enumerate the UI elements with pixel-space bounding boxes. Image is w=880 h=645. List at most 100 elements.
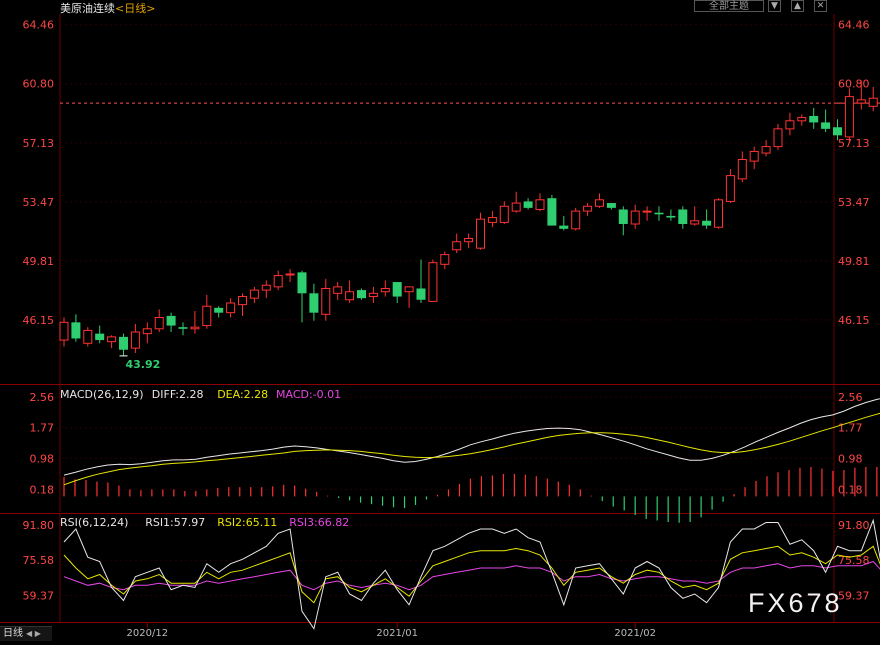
candle-body-up	[690, 220, 700, 225]
candle-body-up	[583, 205, 593, 212]
rsi-title: RSI(6,12,24)	[60, 516, 128, 529]
candle-body-up	[285, 273, 295, 276]
y-tick-label-left: 75.58	[23, 554, 55, 567]
candle-body-up	[773, 128, 783, 148]
candle-body-down	[119, 336, 128, 350]
candle-body-down	[702, 220, 712, 226]
candle-body-up	[142, 328, 152, 335]
candle-body-up	[737, 158, 747, 180]
macd-legend-macd: MACD:-0.01	[276, 388, 341, 401]
candle-body-up	[749, 150, 759, 162]
y-tick-label-left: 64.46	[23, 19, 55, 32]
candle-body-down	[166, 315, 176, 326]
candle-body-up	[368, 292, 378, 298]
period-tab[interactable]: 日线 ◀ ▶	[0, 626, 52, 641]
low-price-label: 43.92	[126, 358, 161, 371]
chart-stage: 64.46 64.46 60.80 60.80 57.13 57.13 53.47 53.47…	[0, 0, 880, 641]
candle-body-down	[392, 282, 402, 297]
candle-body-up	[476, 218, 485, 249]
y-tick-label-right: 2.56	[838, 391, 863, 404]
candle-body-down	[618, 209, 628, 224]
candle-body-up	[571, 210, 581, 230]
candle-body-down	[309, 293, 319, 313]
candle-body-up	[464, 238, 474, 243]
candle-body-up	[83, 329, 93, 344]
theme-selector-button[interactable]: 全部主题	[694, 0, 764, 12]
candle-body-up	[440, 254, 450, 265]
rsi-legend-rsi3: RSI3:66.82	[289, 516, 349, 529]
y-tick-label-right: 53.47	[838, 196, 870, 209]
rsi-legend-rsi1: RSI1:57.97	[145, 516, 205, 529]
macd-legend-dea: DEA:2.28	[217, 388, 268, 401]
period-label: <日线>	[115, 2, 156, 15]
y-tick-label-right: 64.46	[838, 19, 870, 32]
period-tab-label: 日线	[3, 628, 23, 639]
chart-canvas: 64.46 64.46 60.80 60.80 57.13 57.13 53.47 53.47…	[0, 0, 880, 641]
candle-body-down	[821, 122, 831, 129]
y-tick-label-left: 53.47	[23, 196, 55, 209]
candle-body-up	[226, 302, 236, 314]
candle-body-up	[797, 117, 807, 122]
candle-body-up	[714, 199, 723, 228]
y-tick-label-left: 57.13	[23, 137, 55, 150]
candle-body-down	[547, 198, 557, 226]
candle-body-up	[428, 262, 438, 302]
candle-body-up	[404, 286, 414, 293]
period-tab-arrows[interactable]: ◀ ▶	[26, 629, 41, 638]
candle-body-up	[59, 321, 69, 341]
candle-body-down	[654, 212, 664, 215]
candle-body-up	[452, 241, 462, 251]
candle-body-down	[357, 290, 366, 299]
candle-body-up	[535, 199, 545, 210]
y-tick-label-left: 91.80	[23, 519, 55, 532]
instrument-name: 美原油连续	[60, 2, 115, 15]
candle-body-up	[380, 287, 390, 293]
x-tick-label: 2021/02	[614, 628, 656, 639]
y-tick-label-right: 0.98	[838, 452, 863, 465]
candle-body-up	[273, 275, 283, 288]
y-tick-label-right: 1.77	[838, 422, 863, 435]
candle-body-up	[761, 146, 771, 154]
candle-body-up	[868, 97, 878, 107]
candle-body-up	[511, 202, 521, 212]
background	[0, 0, 880, 641]
candle-body-up	[487, 217, 497, 223]
candle-body-up	[630, 210, 640, 225]
candle-body-up	[321, 287, 331, 315]
candle-body-up	[202, 305, 212, 327]
candle-body-up	[190, 326, 200, 330]
candle-body-up	[785, 120, 795, 130]
y-tick-label-right: 91.80	[838, 519, 870, 532]
down-arrow-icon[interactable]: ▼	[768, 0, 781, 12]
candle-body-up	[333, 286, 343, 294]
candle-body-down	[809, 115, 819, 123]
x-tick-label: 2020/12	[127, 628, 169, 639]
candle-body-down	[297, 272, 307, 294]
candle-body-up	[238, 296, 247, 306]
y-tick-label-left: 0.18	[30, 483, 55, 496]
candle-body-up	[725, 175, 735, 202]
y-tick-label-right: 0.18	[838, 483, 863, 496]
candle-body-up	[249, 289, 259, 299]
candle-body-up	[844, 96, 854, 138]
candle-body-up	[154, 317, 164, 330]
top-bar: 美原油连续<日线> 全部主题 ▼ ▲ ✕	[0, 0, 880, 15]
close-icon[interactable]: ✕	[814, 0, 827, 12]
up-arrow-icon[interactable]: ▲	[791, 0, 804, 12]
candle-body-up	[345, 291, 355, 301]
y-tick-label-right: 60.80	[838, 78, 870, 91]
candle-body-down	[71, 322, 81, 339]
y-tick-label-left: 0.98	[30, 452, 55, 465]
y-tick-label-left: 49.81	[23, 255, 55, 268]
candle-body-down	[678, 209, 688, 224]
candle-body-up	[130, 331, 140, 349]
macd-title: MACD(26,12,9)	[60, 388, 144, 401]
candle-body-up	[595, 199, 604, 207]
y-tick-label-left: 46.15	[23, 314, 55, 327]
candle-body-down	[95, 333, 105, 341]
candle-body-down	[666, 215, 676, 218]
candle-body-up	[261, 284, 271, 291]
candle-body-down	[523, 201, 533, 208]
rsi-legend-rsi2: RSI2:65.11	[217, 516, 277, 529]
y-tick-label-left: 1.77	[30, 422, 55, 435]
